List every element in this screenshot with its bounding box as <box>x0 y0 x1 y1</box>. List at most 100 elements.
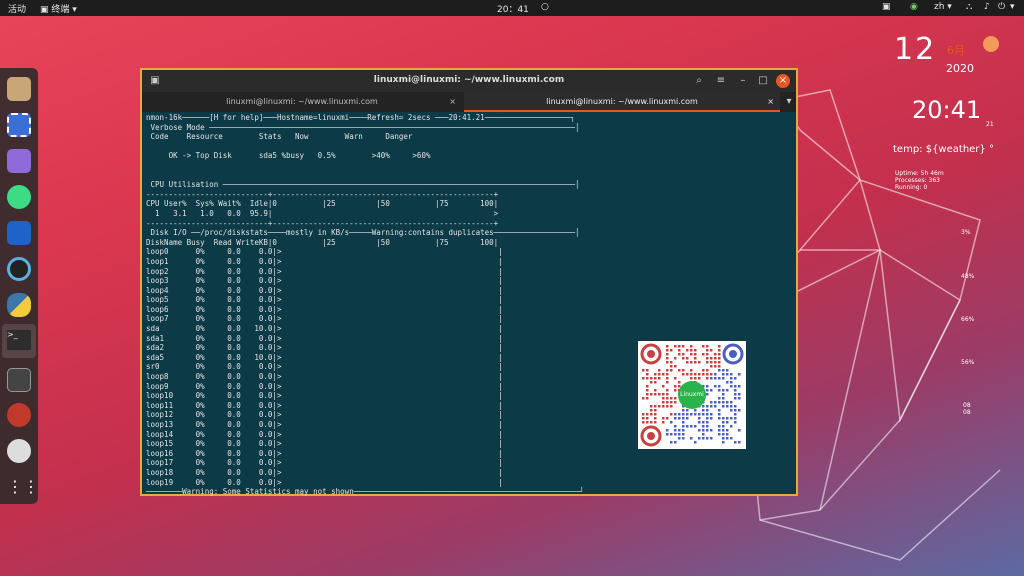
tab-1-close-icon[interactable]: × <box>449 92 456 112</box>
qr-module <box>650 393 653 396</box>
qr-module <box>718 385 721 388</box>
widget-year: 2020 <box>946 62 974 75</box>
qr-module <box>730 409 733 412</box>
tab-2-close-icon[interactable]: × <box>767 92 774 112</box>
tab-1-label: linuxmi@linuxmi: ~/www.linuxmi.com <box>226 97 378 106</box>
qr-module <box>694 377 697 380</box>
qr-module <box>666 349 669 352</box>
qr-module <box>706 377 709 380</box>
screenshot-icon[interactable] <box>7 113 31 137</box>
android-studio-icon[interactable] <box>7 185 31 209</box>
qr-module <box>710 377 713 380</box>
qr-module <box>710 401 713 404</box>
qr-module <box>662 385 665 388</box>
minimize-icon[interactable]: – <box>736 74 750 88</box>
qr-module <box>722 393 725 396</box>
qr-module <box>702 413 705 416</box>
app-menu[interactable]: ▣ 终端 ▾ <box>40 2 77 15</box>
qr-module <box>706 421 709 424</box>
maximize-icon[interactable]: □ <box>756 74 770 88</box>
qr-module <box>714 405 717 408</box>
tab-1[interactable]: linuxmi@linuxmi: ~/www.linuxmi.com × <box>142 92 462 112</box>
qr-module <box>666 369 669 372</box>
show-apps-icon[interactable]: ⋮⋮ <box>7 475 39 499</box>
qr-module <box>690 373 693 376</box>
qr-module <box>666 353 669 356</box>
qr-module <box>706 349 709 352</box>
power-icon[interactable]: ⏻ <box>998 2 1005 12</box>
qr-module <box>706 369 709 372</box>
qr-module <box>686 413 689 416</box>
qr-module <box>726 437 729 440</box>
dock: >_ ⋮⋮ <box>0 68 39 504</box>
qr-module <box>662 405 665 408</box>
qr-module <box>690 345 693 348</box>
terminal-line: loop4 0% 0.0 0.0|> | <box>146 285 503 295</box>
qr-module <box>678 345 681 348</box>
language-indicator[interactable]: zh ▾ <box>934 2 952 12</box>
qr-module <box>662 393 665 396</box>
volume-icon[interactable]: ♪ <box>984 2 990 12</box>
qr-module <box>670 349 673 352</box>
widget-day: 12 <box>894 32 937 67</box>
terminal-icon[interactable]: >_ <box>2 324 36 358</box>
qr-module <box>650 413 653 416</box>
qr-module <box>722 369 725 372</box>
menu-icon[interactable]: ≡ <box>714 74 728 88</box>
qr-module <box>734 377 737 380</box>
qr-module <box>678 353 681 356</box>
qr-module <box>698 421 701 424</box>
terminal-line: loop11 0% 0.0 0.0|> | <box>146 400 503 410</box>
close-icon[interactable]: × <box>776 74 790 88</box>
terminal-line: loop19 0% 0.0 0.0|> | <box>146 477 503 487</box>
qr-module <box>726 421 729 424</box>
search-icon[interactable]: ⌕ <box>692 74 706 88</box>
vscode-icon[interactable] <box>7 221 31 245</box>
spider-app-icon[interactable] <box>7 403 31 427</box>
qr-module <box>738 397 741 400</box>
terminal-line: loop2 0% 0.0 0.0|> | <box>146 266 503 276</box>
terminal-line: DiskName Busy Read WriteKB|0 |25 |50 |75… <box>146 237 499 247</box>
qr-module <box>654 377 657 380</box>
calculator-icon[interactable] <box>7 368 31 392</box>
qr-module <box>646 385 649 388</box>
network-icon[interactable]: ⛬ <box>966 2 972 12</box>
files-icon[interactable] <box>7 77 31 101</box>
activities-button[interactable]: 活动 <box>8 2 26 15</box>
qr-module <box>666 393 669 396</box>
python-icon[interactable] <box>7 293 31 317</box>
widget-val-08b: 08 <box>963 409 971 416</box>
qr-module <box>682 373 685 376</box>
qr-module <box>682 429 685 432</box>
qr-module <box>730 381 733 384</box>
qr-module <box>702 425 705 428</box>
tray-status-icon[interactable]: ◉ <box>910 2 918 12</box>
qr-module <box>726 433 729 436</box>
qr-module <box>654 393 657 396</box>
clock[interactable]: 20：41 <box>497 2 529 15</box>
qr-module <box>694 425 697 428</box>
dvd-icon[interactable] <box>7 439 31 463</box>
app-menu-label: 终端 <box>51 5 70 15</box>
camera-icon[interactable] <box>7 257 31 281</box>
qr-module <box>646 389 649 392</box>
qr-module <box>646 413 649 416</box>
qr-module <box>662 417 665 420</box>
qr-module <box>686 357 689 360</box>
tab-2[interactable]: linuxmi@linuxmi: ~/www.linuxmi.com × <box>464 92 780 112</box>
tray-app-icon[interactable]: ▣ <box>882 2 891 12</box>
qr-module <box>726 389 729 392</box>
terminal-line: loop14 0% 0.0 0.0|> | <box>146 429 503 439</box>
qr-module <box>642 377 645 380</box>
qr-module <box>646 373 649 376</box>
qr-module <box>718 365 721 368</box>
qr-code[interactable]: Linuxmi <box>638 341 746 449</box>
system-menu-arrow-icon[interactable]: ▾ <box>1010 2 1015 12</box>
settings-toggle-icon[interactable] <box>7 149 31 173</box>
qr-module <box>738 393 741 396</box>
terminal-small-icon: ▣ <box>40 5 52 15</box>
terminal-line: loop6 0% 0.0 0.0|> | <box>146 304 503 314</box>
window-titlebar[interactable]: ▣ linuxmi@linuxmi: ~/www.linuxmi.com ⌕ ≡… <box>142 70 796 92</box>
tabs-dropdown-icon[interactable]: ▾ <box>782 95 796 109</box>
